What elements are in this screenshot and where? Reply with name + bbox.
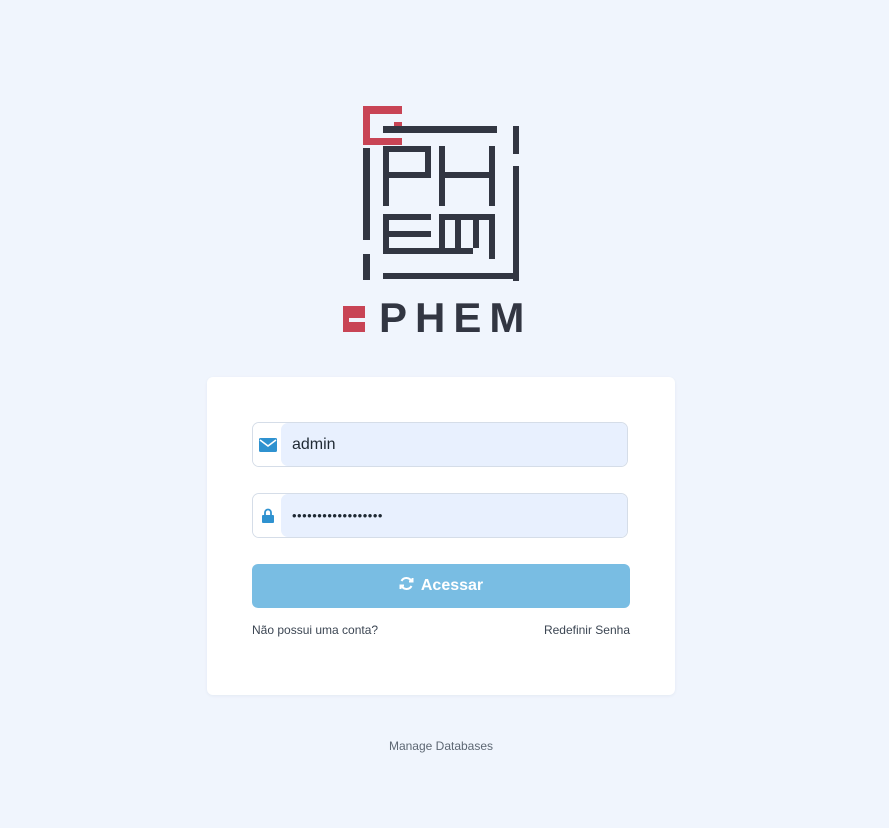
username-input[interactable] [281,423,627,466]
lock-icon [253,494,282,537]
login-button-label: Acessar [420,577,484,594]
password-input[interactable] [281,494,627,537]
manage-databases-link[interactable]: Manage Databases [0,739,882,753]
svg-text:PHEM: PHEM [379,294,532,340]
ephem-wordmark: PHEM [343,294,532,340]
password-field [252,493,628,538]
login-page: PHEM admin •••••••••••••••••• Acessar Nã… [0,0,889,828]
signup-link[interactable]: Não possui uma conta? [252,623,378,637]
auth-links: Não possui uma conta? Redefinir Senha [252,623,630,639]
login-button[interactable]: Acessar [252,564,630,608]
refresh-icon [399,576,414,596]
login-card: Acessar Não possui uma conta? Redefinir … [207,377,675,695]
envelope-icon [253,423,282,466]
reset-password-link[interactable]: Redefinir Senha [544,623,630,637]
email-field [252,422,628,467]
ephem-logo: PHEM [335,100,550,340]
